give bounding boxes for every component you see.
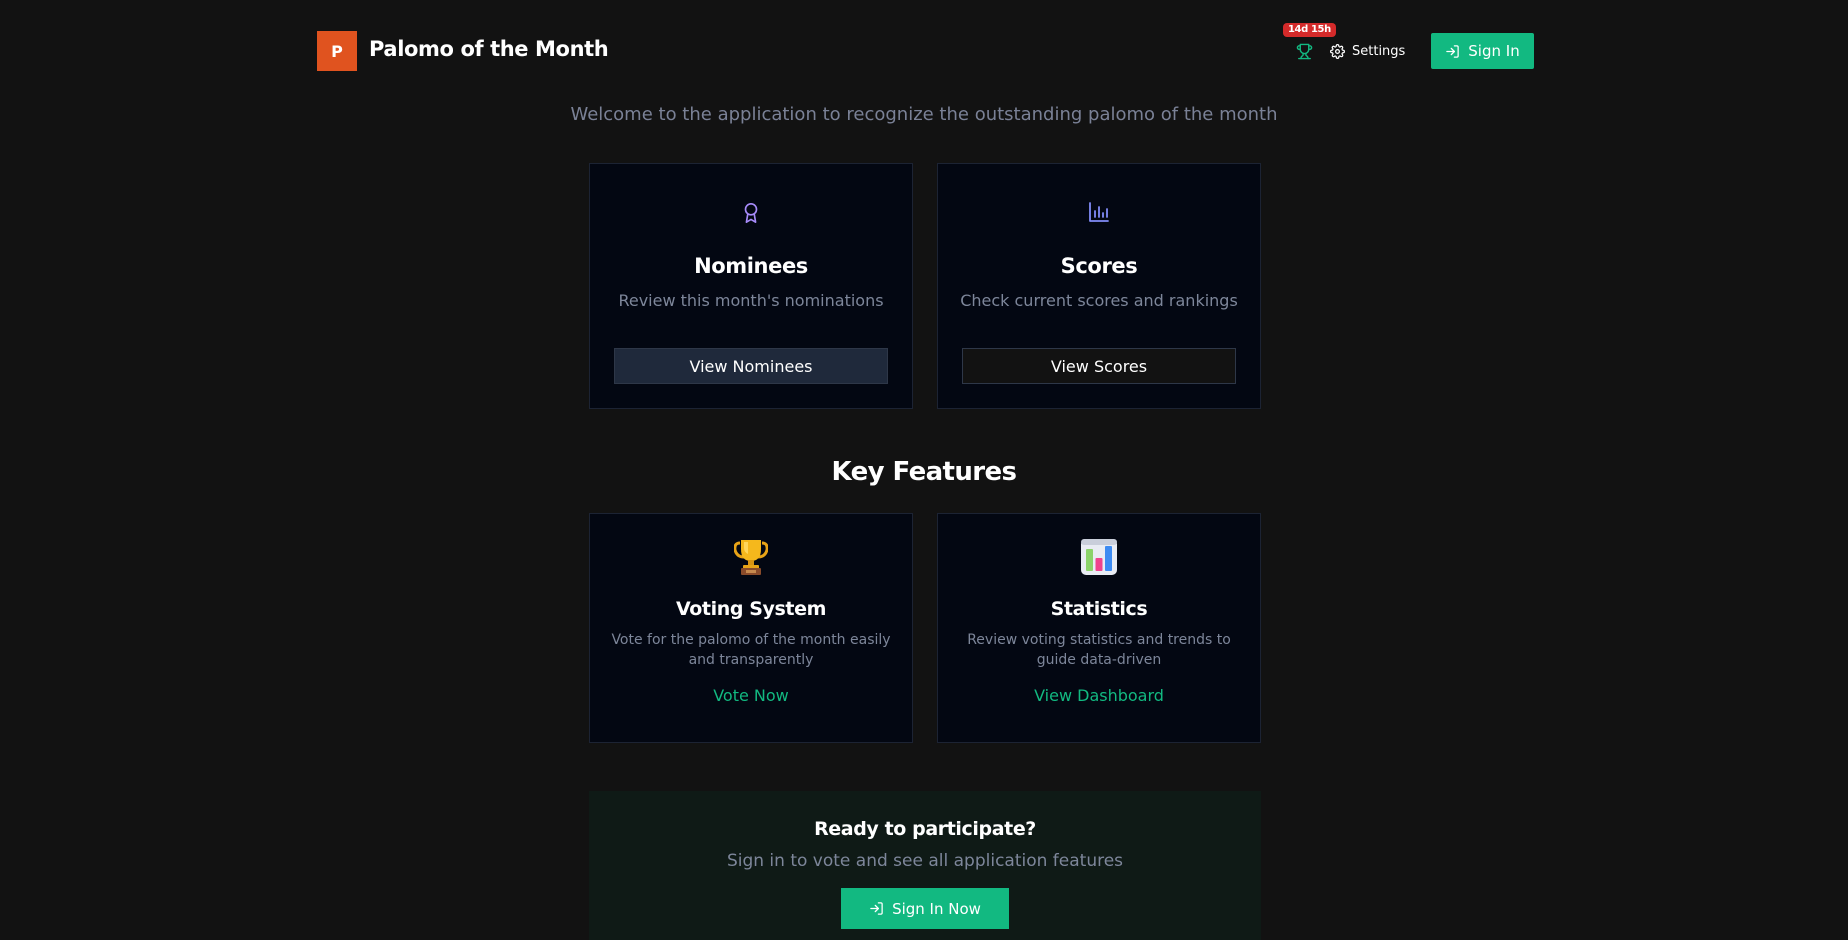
countdown-badge: 14d 15h xyxy=(1283,23,1336,37)
gear-icon xyxy=(1330,43,1345,59)
sign-in-now-button[interactable]: Sign In Now xyxy=(841,888,1009,929)
app-logo[interactable]: P xyxy=(317,31,357,71)
trophy-emoji-icon xyxy=(733,539,769,579)
cta-title: Ready to participate? xyxy=(814,818,1036,840)
view-dashboard-link[interactable]: View Dashboard xyxy=(938,686,1260,705)
scores-card: Scores Check current scores and rankings… xyxy=(937,163,1261,409)
sign-in-now-label: Sign In Now xyxy=(892,899,981,918)
vote-now-link[interactable]: Vote Now xyxy=(590,686,912,705)
sign-in-icon xyxy=(1446,44,1460,58)
view-nominees-button[interactable]: View Nominees xyxy=(614,348,888,384)
sign-in-icon xyxy=(870,902,883,915)
app-header: P Palomo of the Month 14d 15h Settings S… xyxy=(317,23,1534,71)
statistics-title: Statistics xyxy=(1050,598,1148,620)
scores-title: Scores xyxy=(1060,254,1138,278)
voting-system-title: Voting System xyxy=(675,598,826,620)
voting-system-description: Vote for the palomo of the month easily … xyxy=(611,632,891,668)
statistics-card: Statistics Review voting statistics and … xyxy=(937,513,1261,743)
nominees-card: Nominees Review this month's nominations… xyxy=(589,163,913,409)
settings-label: Settings xyxy=(1352,43,1406,59)
cta-subtitle: Sign in to vote and see all application … xyxy=(726,851,1124,871)
nominees-description: Review this month's nominations xyxy=(618,291,884,310)
participate-section: Ready to participate? Sign in to vote an… xyxy=(589,791,1261,940)
app-title[interactable]: Palomo of the Month xyxy=(369,37,609,61)
sign-in-button[interactable]: Sign In xyxy=(1431,33,1534,69)
bar-chart-emoji-icon xyxy=(1080,539,1118,579)
view-scores-button[interactable]: View Scores xyxy=(962,348,1236,384)
trophy-icon xyxy=(1296,43,1313,60)
statistics-description: Review voting statistics and trends to g… xyxy=(967,632,1231,668)
voting-system-card: Voting System Vote for the palomo of the… xyxy=(589,513,913,743)
welcome-text: Welcome to the application to recognize … xyxy=(570,104,1278,125)
nominees-title: Nominees xyxy=(694,254,808,278)
award-icon xyxy=(740,200,762,230)
scores-description: Check current scores and rankings xyxy=(960,291,1238,310)
bar-chart-icon xyxy=(1087,200,1111,228)
key-features-heading: Key Features xyxy=(831,457,1017,487)
sign-in-label: Sign In xyxy=(1468,42,1520,60)
settings-button[interactable]: Settings xyxy=(1330,37,1405,65)
trophy-button[interactable]: 14d 15h xyxy=(1283,23,1336,71)
